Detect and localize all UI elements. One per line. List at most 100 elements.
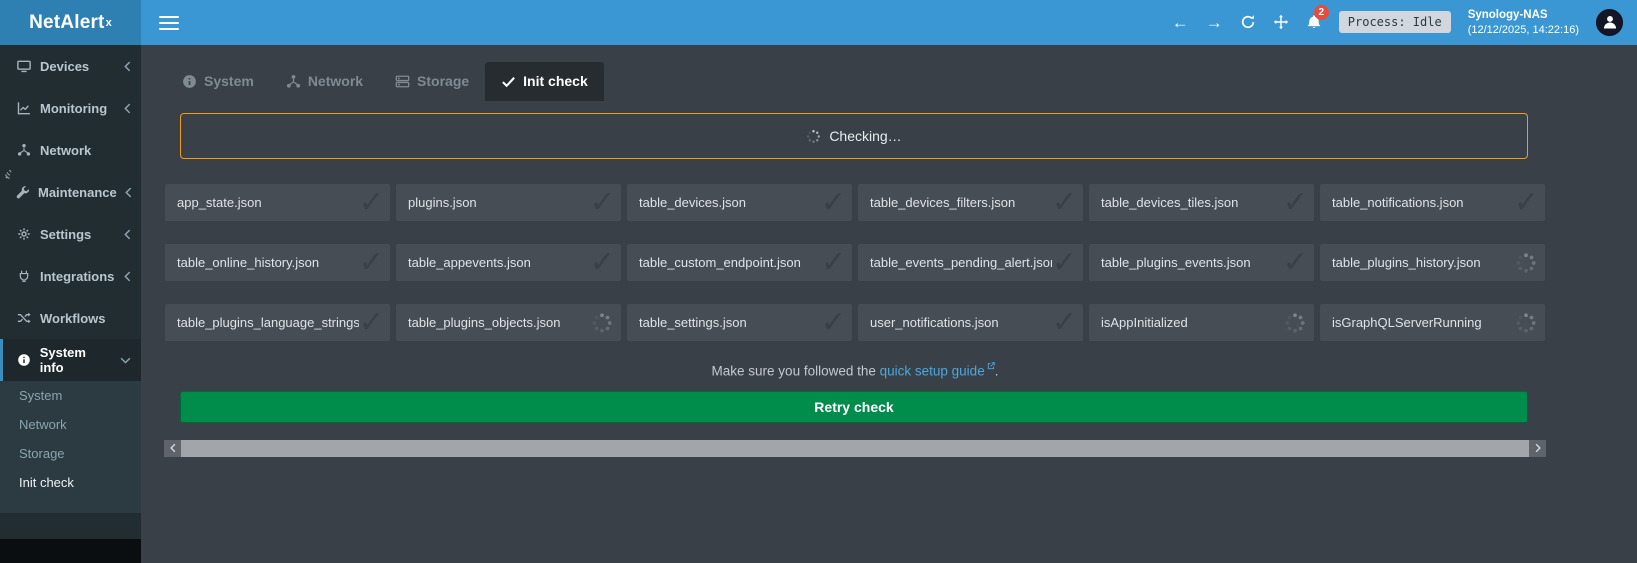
notification-count-badge: 2 — [1314, 5, 1329, 20]
check-card-table-devices-filters: table_devices_filters.json✓ — [858, 184, 1083, 221]
brand-logo[interactable]: NetAlertx — [0, 0, 141, 45]
check-label: table_devices.json — [639, 195, 821, 210]
check-icon: ✓ — [1052, 304, 1077, 341]
network-icon — [16, 143, 32, 157]
submenu-item-storage[interactable]: Storage — [0, 439, 141, 468]
tab-init-check[interactable]: Init check — [485, 62, 604, 101]
host-info: Synology-NAS (12/12/2025, 14:22:16) — [1468, 8, 1579, 37]
check-card-is-graphql-server-running: isGraphQLServerRunning — [1320, 304, 1545, 341]
user-avatar[interactable] — [1596, 9, 1623, 36]
check-label: table_plugins_objects.json — [408, 315, 591, 330]
checking-status-box: Checking… — [180, 113, 1528, 159]
check-cards-grid: app_state.json✓ plugins.json✓ table_devi… — [165, 184, 1545, 341]
checking-text: Checking… — [829, 128, 901, 144]
sidebar-item-system-info[interactable]: System info — [0, 339, 141, 381]
sidebar-toggle-icon[interactable] — [159, 12, 179, 34]
check-label: isGraphQLServerRunning — [1332, 315, 1515, 330]
check-icon: ✓ — [359, 304, 384, 341]
sidebar-item-maintenance[interactable]: Maintenance — [0, 171, 141, 213]
submenu-item-network[interactable]: Network — [0, 410, 141, 439]
sidebar: Devices Monitoring Network Maintenance S… — [0, 45, 141, 563]
tab-storage[interactable]: Storage — [379, 62, 485, 101]
check-card-table-plugins-history: table_plugins_history.json — [1320, 244, 1545, 281]
workflows-icon — [16, 311, 32, 325]
sidebar-item-settings[interactable]: Settings — [0, 213, 141, 255]
retry-check-button[interactable]: Retry check — [180, 391, 1528, 423]
scroll-right-button[interactable] — [1529, 440, 1546, 457]
notifications-bell[interactable]: 2 — [1306, 14, 1322, 30]
sidebar-item-label: Settings — [40, 227, 91, 242]
system-info-submenu: System Network Storage Init check — [0, 381, 141, 513]
check-icon — [501, 74, 516, 89]
setup-note: Make sure you followed the quick setup g… — [165, 362, 1545, 379]
check-icon: ✓ — [1514, 184, 1539, 221]
check-card-table-settings: table_settings.json✓ — [627, 304, 852, 341]
refresh-icon[interactable] — [1240, 14, 1256, 30]
sidebar-footer-strip — [0, 539, 141, 563]
sidebar-item-workflows[interactable]: Workflows — [0, 297, 141, 339]
check-icon: ✓ — [590, 244, 615, 281]
tab-network[interactable]: Network — [270, 62, 379, 101]
sidebar-item-label: System info — [40, 345, 112, 375]
check-card-table-plugins-events: table_plugins_events.json✓ — [1089, 244, 1314, 281]
sidebar-item-monitoring[interactable]: Monitoring — [0, 87, 141, 129]
sidebar-item-label: Devices — [40, 59, 89, 74]
info-icon — [16, 353, 32, 367]
check-label: table_notifications.json — [1332, 195, 1514, 210]
tab-label: System — [204, 73, 254, 89]
check-label: table_plugins_events.json — [1101, 255, 1283, 270]
sidebar-item-network[interactable]: Network — [0, 129, 141, 171]
note-prefix: Make sure you followed the — [712, 364, 880, 379]
chevron-left-icon — [124, 229, 131, 240]
tab-label: Storage — [417, 73, 469, 89]
check-label: table_devices_filters.json — [870, 195, 1052, 210]
check-label: app_state.json — [177, 195, 359, 210]
check-card-table-devices: table_devices.json✓ — [627, 184, 852, 221]
monitoring-icon — [16, 101, 32, 115]
check-icon: ✓ — [1052, 184, 1077, 221]
chevron-left-icon — [124, 103, 131, 114]
note-suffix: . — [995, 364, 999, 379]
host-name: Synology-NAS — [1468, 8, 1579, 23]
integrations-icon — [16, 269, 32, 283]
check-card-table-plugins-objects: table_plugins_objects.json — [396, 304, 621, 341]
back-arrow-icon[interactable]: ← — [1172, 14, 1189, 31]
tab-system[interactable]: System — [166, 62, 270, 101]
forward-arrow-icon[interactable]: → — [1206, 14, 1223, 31]
navbar-right: ← → 2 Process: Idle Synology-NAS (12/12/… — [1172, 8, 1623, 37]
sidebar-item-label: Monitoring — [40, 101, 107, 116]
main-content: System Network Storage Init check Checki… — [141, 45, 1637, 563]
submenu-label: System — [19, 388, 62, 403]
brand-sup: x — [106, 17, 112, 29]
check-icon: ✓ — [590, 184, 615, 221]
storage-icon — [395, 74, 410, 89]
submenu-item-init-check[interactable]: Init check — [0, 468, 141, 497]
sidebar-item-label: Maintenance — [38, 185, 117, 200]
sidebar-item-integrations[interactable]: Integrations — [0, 255, 141, 297]
check-icon: ✓ — [359, 184, 384, 221]
spinner-icon — [1515, 312, 1537, 334]
check-card-plugins: plugins.json✓ — [396, 184, 621, 221]
submenu-label: Network — [19, 417, 67, 432]
host-timestamp: (12/12/2025, 14:22:16) — [1468, 23, 1579, 37]
quick-setup-guide-link[interactable]: quick setup guide — [880, 364, 985, 379]
chevron-left-icon — [125, 187, 132, 198]
spinner-icon — [806, 129, 821, 144]
fullscreen-move-icon[interactable] — [1273, 14, 1289, 30]
spinner-icon — [591, 312, 613, 334]
sidebar-item-devices[interactable]: Devices — [0, 45, 141, 87]
check-label: table_plugins_history.json — [1332, 255, 1515, 270]
check-label: table_plugins_language_strings.json — [177, 315, 359, 330]
spinner-icon — [1284, 312, 1306, 334]
horizontal-scrollbar[interactable] — [164, 440, 1546, 457]
devices-icon — [16, 59, 32, 73]
network-icon — [286, 74, 301, 89]
scroll-left-button[interactable] — [164, 440, 181, 457]
sidebar-item-label: Integrations — [40, 269, 114, 284]
navbar-main: ← → 2 Process: Idle Synology-NAS (12/12/… — [141, 0, 1637, 45]
submenu-item-system[interactable]: System — [0, 381, 141, 410]
process-status-badge: Process: Idle — [1339, 11, 1451, 33]
submenu-label: Init check — [19, 475, 74, 490]
scrollbar-thumb[interactable] — [181, 440, 1529, 457]
check-card-table-appevents: table_appevents.json✓ — [396, 244, 621, 281]
